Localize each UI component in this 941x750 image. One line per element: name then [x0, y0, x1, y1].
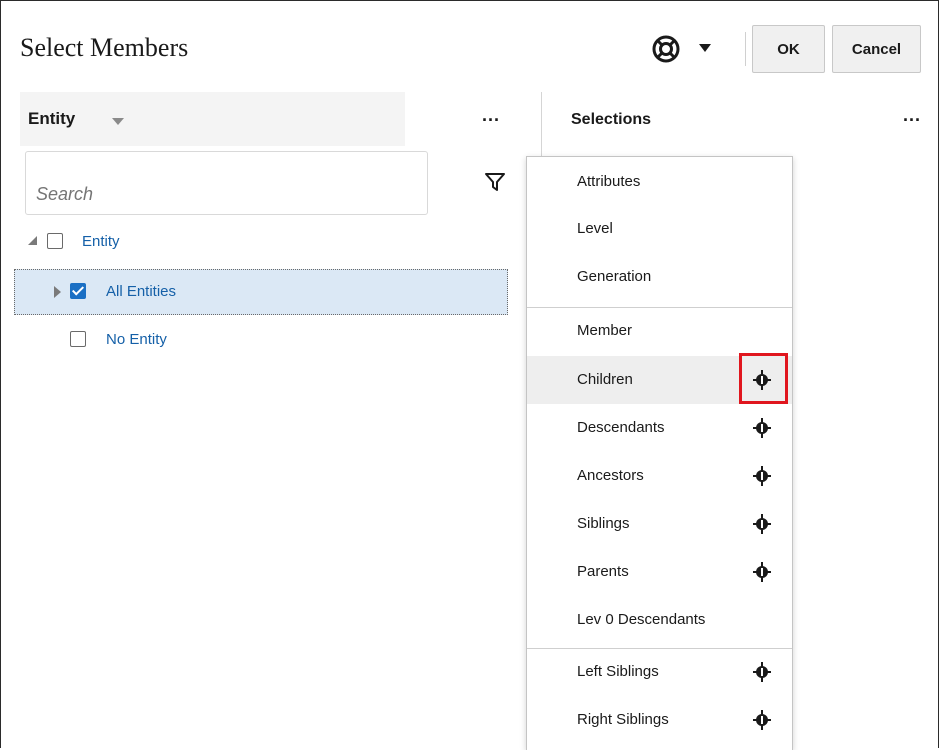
search-input[interactable]: [25, 151, 428, 215]
menu-item-label: Level: [577, 220, 613, 237]
tree-label-entity[interactable]: Entity: [82, 233, 120, 250]
menu-item-level[interactable]: Level: [527, 205, 792, 253]
menu-item-label: Children: [577, 371, 633, 388]
tree-checkbox-entity[interactable]: [47, 233, 63, 249]
inclusive-member-icon[interactable]: [751, 661, 773, 683]
menu-item-right-siblings[interactable]: Right Siblings: [527, 696, 792, 744]
menu-item-left-siblings[interactable]: Left Siblings: [527, 648, 792, 696]
menu-item-lev0-descendants[interactable]: Lev 0 Descendants: [527, 596, 792, 644]
menu-item-label: Generation: [577, 268, 652, 285]
menu-item-member[interactable]: Member: [527, 307, 792, 355]
inclusive-member-icon[interactable]: [751, 417, 773, 439]
expand-toggle-icon[interactable]: [28, 236, 37, 245]
tree-checkbox-all-entities[interactable]: [70, 283, 86, 299]
inclusive-member-icon[interactable]: [751, 561, 773, 583]
left-more-actions-icon[interactable]: ...: [482, 106, 500, 124]
help-menu-chevron-down-icon[interactable]: [699, 44, 711, 52]
member-function-menu: Attributes Level Generation Member Child…: [526, 156, 793, 750]
tree-label-all-entities[interactable]: All Entities: [106, 283, 176, 300]
tree-checkbox-no-entity[interactable]: [70, 331, 86, 347]
menu-item-attributes[interactable]: Attributes: [527, 158, 792, 206]
filter-icon[interactable]: [484, 172, 506, 192]
menu-item-label: Descendants: [577, 419, 665, 436]
cancel-button[interactable]: Cancel: [832, 25, 921, 73]
menu-item-label: Lev 0 Descendants: [577, 611, 706, 628]
dimension-chevron-down-icon[interactable]: [112, 118, 124, 125]
menu-item-siblings[interactable]: Siblings: [527, 500, 792, 548]
ok-button[interactable]: OK: [752, 25, 825, 73]
menu-item-label: Right Siblings: [577, 711, 669, 728]
menu-item-label: Attributes: [577, 173, 641, 190]
highlight-annotation-box: [739, 353, 788, 404]
lifebuoy-icon[interactable]: [651, 34, 681, 64]
menu-item-label: Ancestors: [577, 467, 644, 484]
menu-item-ancestors[interactable]: Ancestors: [527, 452, 792, 500]
menu-item-label: Member: [577, 322, 633, 339]
menu-item-generation[interactable]: Generation: [527, 253, 792, 301]
menu-item-label: Parents: [577, 563, 629, 580]
dialog-title: Select Members: [20, 33, 189, 62]
dimension-label: Entity: [28, 109, 76, 128]
header-divider: [745, 32, 746, 66]
selections-heading: Selections: [571, 111, 652, 128]
right-more-actions-icon[interactable]: ...: [903, 106, 921, 124]
dimension-selector[interactable]: [20, 92, 405, 146]
menu-item-parents[interactable]: Parents: [527, 548, 792, 596]
inclusive-member-icon[interactable]: [751, 513, 773, 535]
collapse-toggle-icon[interactable]: [54, 286, 61, 298]
menu-item-label: Siblings: [577, 515, 630, 532]
inclusive-member-icon[interactable]: [751, 709, 773, 731]
menu-item-label: Left Siblings: [577, 663, 659, 680]
menu-item-descendants[interactable]: Descendants: [527, 404, 792, 452]
tree-label-no-entity[interactable]: No Entity: [106, 331, 167, 348]
inclusive-member-icon[interactable]: [751, 465, 773, 487]
tree-row-selected[interactable]: [14, 269, 508, 315]
